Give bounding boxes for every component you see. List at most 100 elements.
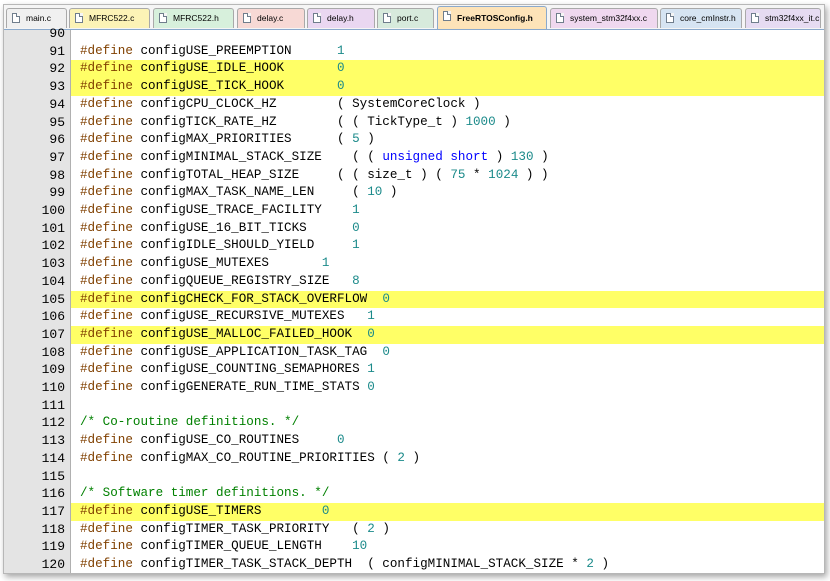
code-line[interactable]: 104 #define configQUEUE_REGISTRY_SIZE 8 [4,273,824,291]
identifier-token: ) [495,114,511,129]
identifier-token: configTIMER_TASK_PRIORITY ( [132,521,368,536]
code-line[interactable]: 114 #define configMAX_CO_ROUTINE_PRIORITI… [4,450,824,468]
preprocessor-token: #define [80,43,133,58]
code-line[interactable]: 96 #define configMAX_PRIORITIES ( 5 ) [4,131,824,149]
code-line[interactable]: 109 #define configUSE_COUNTING_SEMAPHORES… [4,361,824,379]
code-line[interactable]: 97 #define configMINIMAL_STACK_SIZE ( ( u… [4,149,824,167]
code-text[interactable]: #define configMINIMAL_STACK_SIZE ( ( uns… [71,149,824,167]
line-number: 114 [41,450,65,466]
code-text[interactable] [71,397,824,415]
code-line[interactable]: 118 #define configTIMER_TASK_PRIORITY ( 2… [4,521,824,539]
code-line[interactable]: 120 #define configTIMER_TASK_STACK_DEPTH … [4,556,824,573]
code-text[interactable]: #define configMAX_PRIORITIES ( 5 ) [71,131,824,149]
tab-label: delay.h [327,13,354,23]
code-text[interactable]: #define configUSE_CO_ROUTINES 0 [71,432,824,450]
code-line[interactable]: 91 #define configUSE_PREEMPTION 1 [4,43,824,61]
code-text[interactable]: #define configGENERATE_RUN_TIME_STATS 0 [71,379,824,397]
preprocessor-token: #define [80,557,133,571]
code-line[interactable]: 94 #define configCPU_CLOCK_HZ ( SystemCor… [4,96,824,114]
code-text[interactable]: #define configTIMER_QUEUE_LENGTH 10 [71,538,824,556]
code-line[interactable]: 116 /* Software timer definitions. */ [4,485,824,503]
code-line[interactable]: 110 #define configGENERATE_RUN_TIME_STATS… [4,379,824,397]
line-number: 93 [49,79,65,95]
code-line[interactable]: 102 #define configIDLE_SHOULD_YIELD 1 [4,237,824,255]
line-number: 116 [41,486,65,502]
line-number: 105 [41,291,65,307]
file-icon [666,13,674,23]
code-text[interactable]: #define configUSE_APPLICATION_TASK_TAG 0 [71,344,824,362]
code-line[interactable]: 119 #define configTIMER_QUEUE_LENGTH 10 [4,538,824,556]
identifier-token: configCPU_CLOCK_HZ ( SystemCoreClock ) [132,96,481,111]
number-token: 0 [382,344,390,359]
code-line[interactable]: 113 #define configUSE_CO_ROUTINES 0 [4,432,824,450]
code-text[interactable]: #define configMAX_TASK_NAME_LEN ( 10 ) [71,184,824,202]
code-line[interactable]: 90 [4,25,824,43]
identifier-token: configCHECK_FOR_STACK_OVERFLOW [132,291,383,306]
code-text[interactable]: #define configUSE_COUNTING_SEMAPHORES 1 [71,361,824,379]
code-text[interactable]: #define configUSE_TICK_HOOK 0 [71,78,824,96]
code-line[interactable]: 111 [4,397,824,415]
code-text[interactable]: #define configMAX_CO_ROUTINE_PRIORITIES … [71,450,824,468]
code-line[interactable]: 108 #define configUSE_APPLICATION_TASK_TA… [4,344,824,362]
identifier-token: ) [359,132,375,147]
code-line[interactable]: 103 #define configUSE_MUTEXES 1 [4,255,824,273]
number-token: 0 [382,291,390,306]
code-line[interactable]: 117 #define configUSE_TIMERS 0 [4,502,824,521]
code-text[interactable]: #define configCPU_CLOCK_HZ ( SystemCoreC… [71,96,824,114]
number-token: 1 [352,203,360,217]
file-icon [751,13,759,23]
code-text[interactable]: #define configUSE_PREEMPTION 1 [71,43,824,61]
code-text[interactable]: #define configTIMER_TASK_PRIORITY ( 2 ) [71,521,824,539]
code-text[interactable] [71,25,824,43]
code-text[interactable]: #define configTIMER_TASK_STACK_DEPTH ( c… [71,556,824,573]
line-number: 119 [41,539,65,555]
code-text[interactable]: #define configUSE_TIMERS 0 [71,502,824,521]
preprocessor-token: #define [80,149,133,164]
code-line[interactable]: 101 #define configUSE_16_BIT_TICKS 0 [4,220,824,238]
code-line[interactable]: 92 #define configUSE_IDLE_HOOK 0 [4,60,824,79]
code-text[interactable]: #define configUSE_MUTEXES 1 [71,255,824,273]
number-token: 0 [336,79,345,94]
identifier-token: configTOTAL_HEAP_SIZE ( ( size_t ) ( [132,167,451,182]
code-line[interactable]: 105 #define configCHECK_FOR_STACK_OVERFLO… [4,290,824,309]
code-line[interactable]: 115 [4,468,824,486]
code-text[interactable]: #define configUSE_IDLE_HOOK 0 [71,60,824,79]
line-number: 101 [41,220,65,236]
number-token: 0 [352,220,360,235]
file-icon [12,13,20,23]
code-line[interactable]: 93 #define configUSE_TICK_HOOK 0 [4,78,824,96]
code-text[interactable]: /* Software timer definitions. */ [71,485,824,503]
code-text[interactable]: #define configUSE_TRACE_FACILITY 1 [71,202,824,220]
code-text[interactable]: #define configQUEUE_REGISTRY_SIZE 8 [71,273,824,291]
preprocessor-token: #define [80,539,133,554]
preprocessor-token: #define [80,503,133,518]
preprocessor-token: #define [80,309,133,324]
identifier-token: ) [593,557,610,571]
number-token: 5 [352,132,360,147]
code-line[interactable]: 106 #define configUSE_RECURSIVE_MUTEXES 1 [4,308,824,326]
code-line[interactable]: 98 #define configTOTAL_HEAP_SIZE ( ( size… [4,167,824,185]
identifier-token: configUSE_CO_ROUTINES [132,433,337,448]
line-number: 97 [49,149,65,165]
code-text[interactable]: #define configUSE_RECURSIVE_MUTEXES 1 [71,308,824,326]
code-text[interactable]: #define configTOTAL_HEAP_SIZE ( ( size_t… [71,167,824,185]
tab-label: port.c [397,13,419,23]
code-line[interactable]: 95 #define configTICK_RATE_HZ ( ( TickTyp… [4,114,824,132]
code-line[interactable]: 100 #define configUSE_TRACE_FACILITY 1 [4,202,824,220]
identifier-token: configUSE_TRACE_FACILITY [132,203,353,217]
code-text[interactable]: /* Co-routine definitions. */ [71,414,824,432]
code-text[interactable]: #define configUSE_16_BIT_TICKS 0 [71,220,824,238]
code-text[interactable]: #define configCHECK_FOR_STACK_OVERFLOW 0 [71,290,824,309]
file-icon [313,13,321,23]
code-text[interactable]: #define configUSE_MALLOC_FAILED_HOOK 0 [71,325,824,344]
line-number: 92 [49,61,65,77]
code-line[interactable]: 99 #define configMAX_TASK_NAME_LEN ( 10 ) [4,184,824,202]
code-line[interactable]: 107 #define configUSE_MALLOC_FAILED_HOOK … [4,325,824,344]
code-text[interactable] [71,468,824,486]
code-text[interactable]: #define configIDLE_SHOULD_YIELD 1 [71,237,824,255]
code-editor[interactable]: 90 91 #define configUSE_PREEMPTION 1 92 #def… [4,26,824,573]
preprocessor-token: #define [80,521,133,536]
tab-label: delay.c [257,13,284,23]
code-line[interactable]: 112 /* Co-routine definitions. */ [4,414,824,432]
code-text[interactable]: #define configTICK_RATE_HZ ( ( TickType_… [71,114,824,132]
